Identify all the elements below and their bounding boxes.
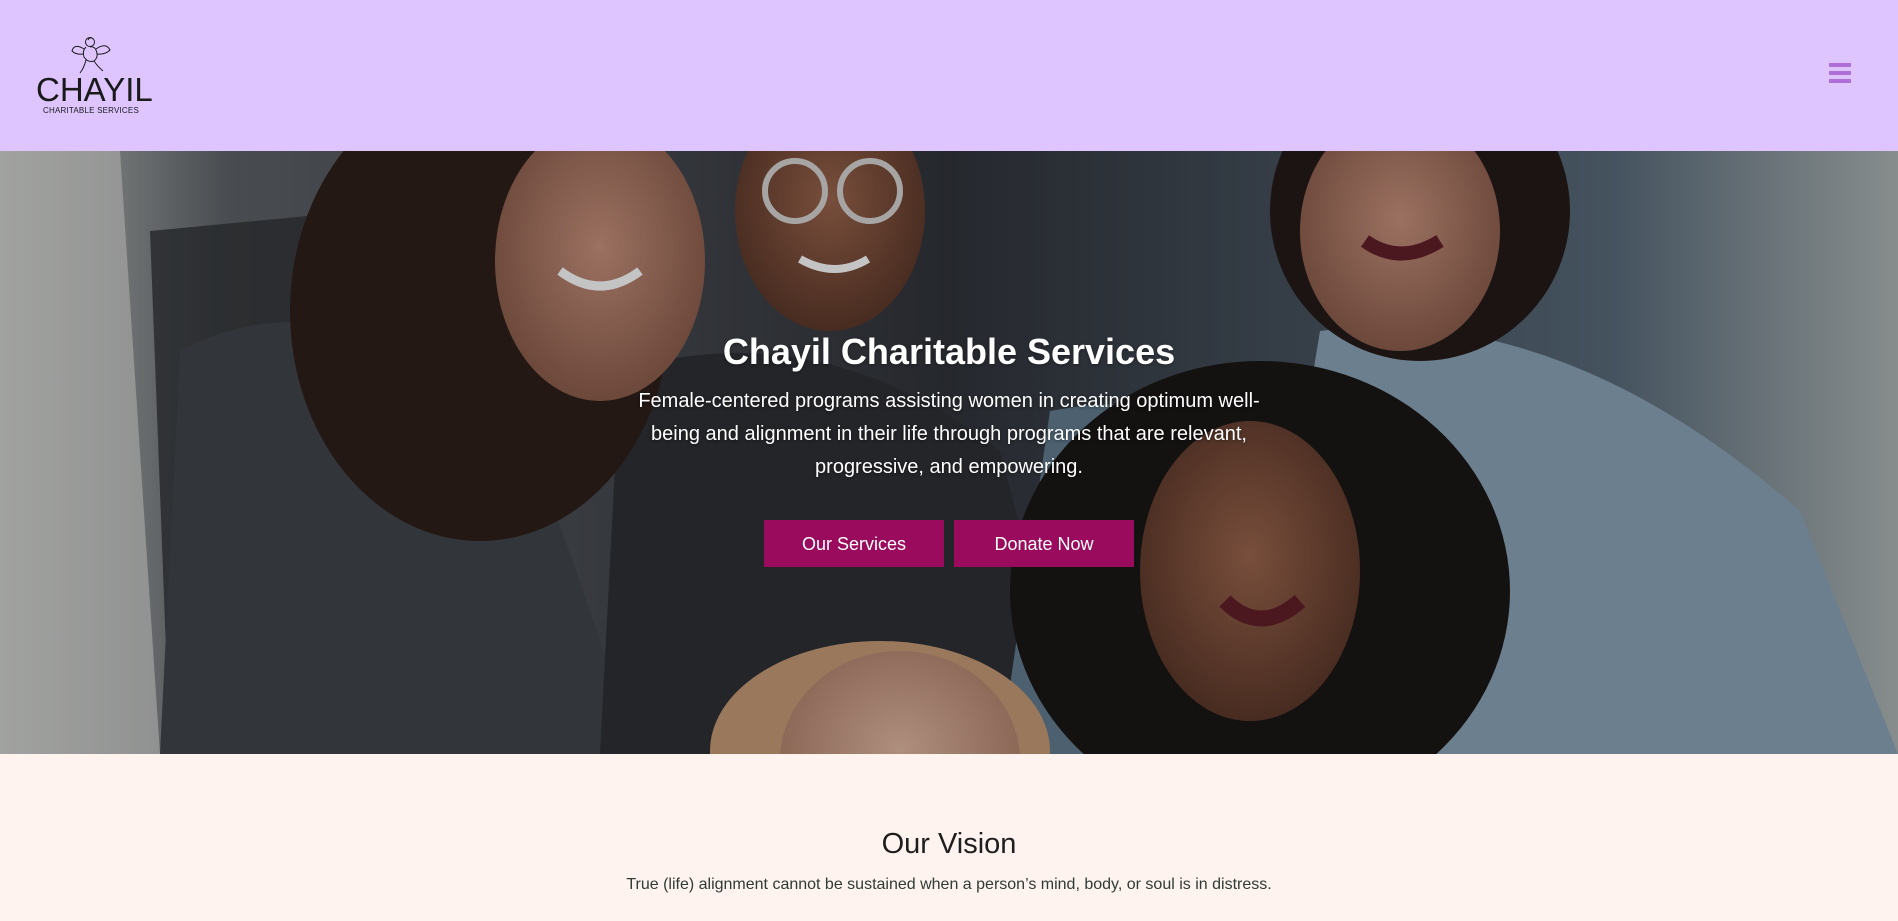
logo-name: CHAYIL <box>36 71 153 108</box>
logo-tagline: CHARITABLE SERVICES <box>43 106 139 115</box>
menu-bar-bottom <box>1829 79 1851 83</box>
site-header: CHAYIL CHARITABLE SERVICES <box>0 0 1898 151</box>
menu-bar-middle <box>1829 71 1851 75</box>
hero-section: Chayil Charitable Services Female-center… <box>0 151 1898 754</box>
hamburger-menu-icon[interactable] <box>1829 63 1851 89</box>
hero-title: Chayil Charitable Services <box>722 331 1176 372</box>
hero-description: Female-centered programs assisting women… <box>638 390 1260 478</box>
vision-text: True (life) alignment cannot be sustaine… <box>626 876 1272 893</box>
hero-content: Chayil Charitable Services Female-center… <box>600 331 1298 567</box>
vision-section: Our Vision True (life) alignment cannot … <box>0 754 1898 921</box>
logo[interactable]: CHAYIL CHARITABLE SERVICES <box>36 33 153 115</box>
our-services-button[interactable]: Our Services <box>764 520 944 567</box>
hero-buttons: Our Services Donate Now <box>600 520 1298 567</box>
angel-icon <box>71 37 111 74</box>
menu-bar-top <box>1829 63 1851 67</box>
donate-now-button[interactable]: Donate Now <box>954 520 1134 567</box>
vision-title: Our Vision <box>881 828 1017 860</box>
